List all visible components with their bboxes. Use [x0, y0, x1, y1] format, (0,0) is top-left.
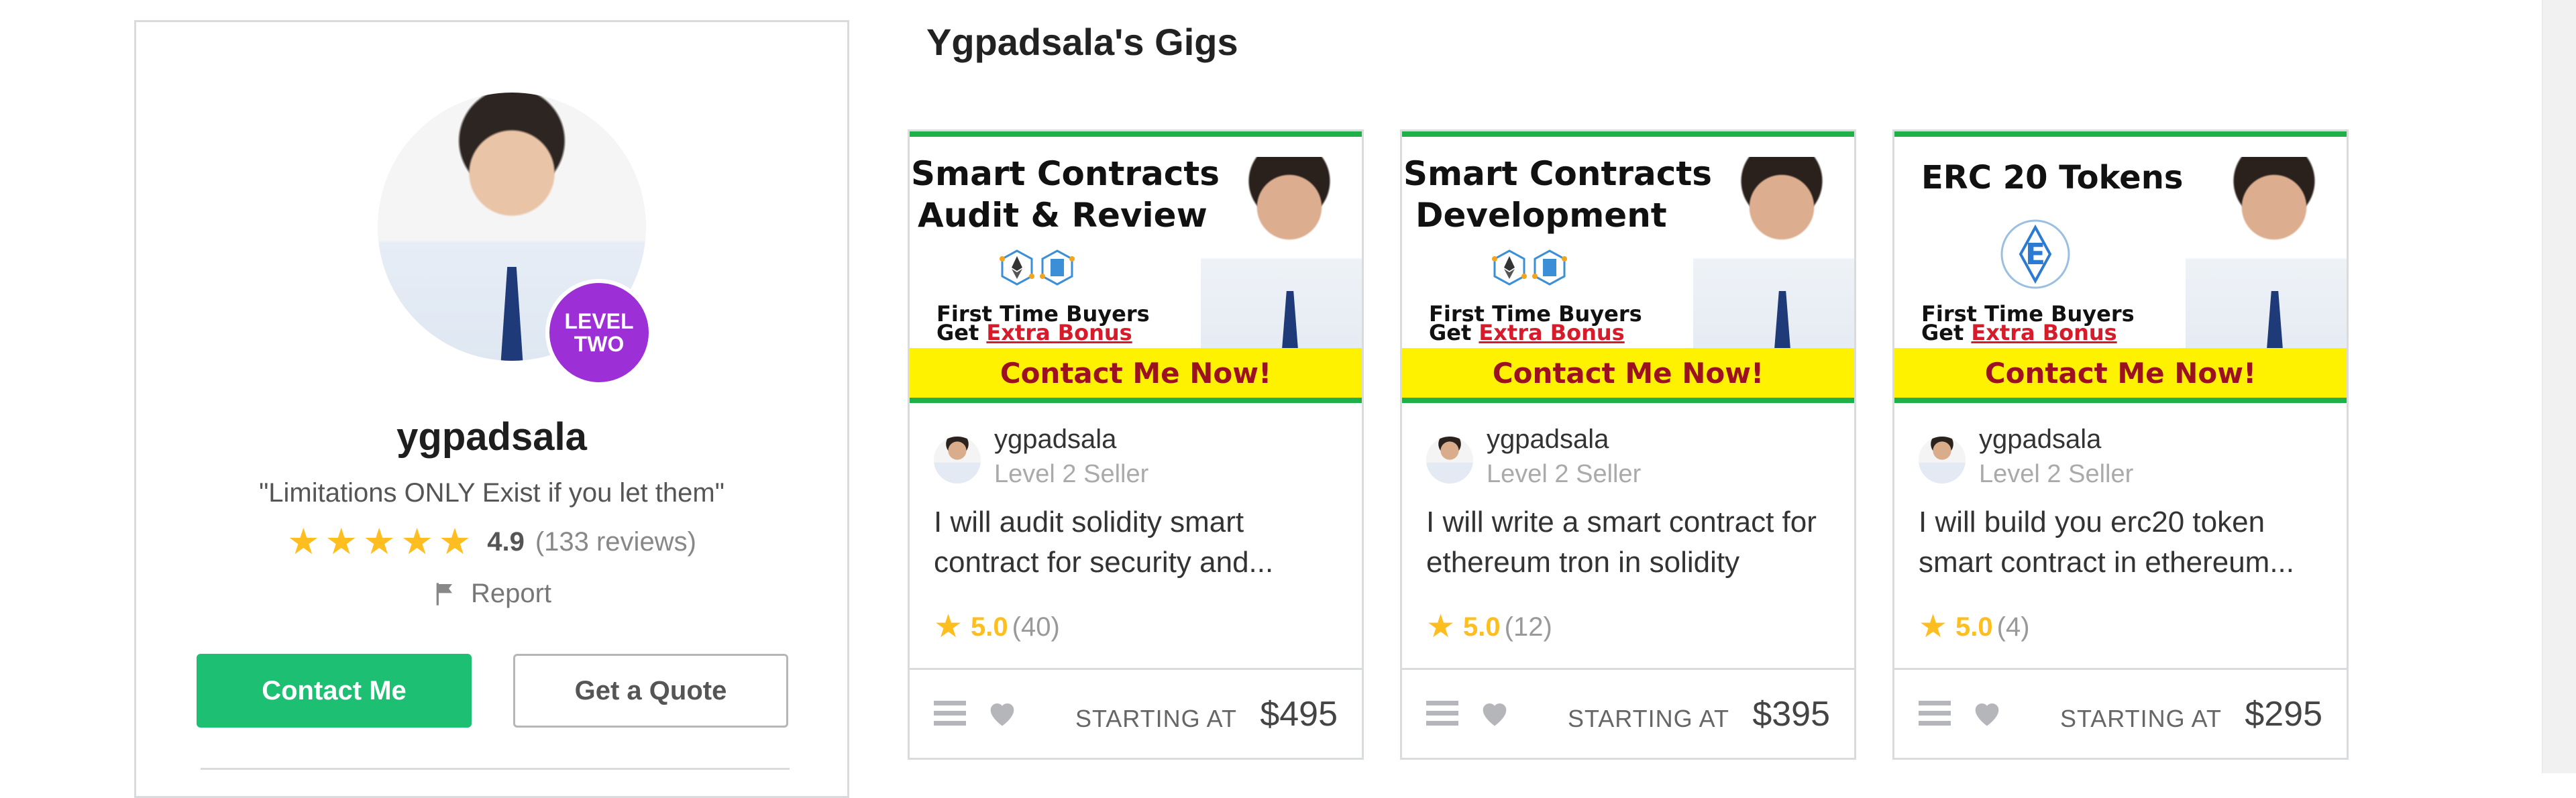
- get-quote-button[interactable]: Get a Quote: [513, 654, 788, 728]
- star-icon: ★: [362, 522, 396, 562]
- gig-seller: ygpadsala Level 2 Seller: [1426, 422, 1641, 492]
- gig-seller: ygpadsala Level 2 Seller: [1919, 422, 2133, 492]
- level-badge-line1: LEVEL: [564, 309, 634, 333]
- report-link[interactable]: Report: [136, 579, 847, 609]
- seller-photo: [2186, 157, 2347, 358]
- gig-rating: ★ 5.0 (4): [1919, 609, 2030, 645]
- thumb-promo-bonus: Extra Bonus: [1479, 320, 1625, 345]
- gig-title-link[interactable]: I will audit solidity smart contract for…: [934, 502, 1336, 583]
- gig-thumbnail[interactable]: Smart Contracts Audit & Review First Tim…: [910, 131, 1362, 403]
- thumb-banner: Contact Me Now!: [1402, 348, 1854, 403]
- seller-avatar[interactable]: [934, 437, 981, 483]
- gig-card[interactable]: ERC 20 Tokens E First Time Buyers Get Ex…: [1892, 129, 2349, 760]
- thumb-promo-bonus: Extra Bonus: [986, 320, 1132, 345]
- gig-price: $395: [1752, 695, 1830, 734]
- seller-level: Level 2 Seller: [1979, 460, 2134, 488]
- gig-card[interactable]: Smart Contracts Development First Time B…: [1400, 129, 1856, 760]
- seller-level: Level 2 Seller: [994, 460, 1149, 488]
- thumb-promo-get: Get: [936, 320, 979, 345]
- gig-card[interactable]: Smart Contracts Audit & Review First Tim…: [908, 129, 1364, 760]
- seller-avatar[interactable]: [1426, 437, 1473, 483]
- gig-title-link[interactable]: I will write a smart contract for ethere…: [1426, 502, 1829, 583]
- level-badge: LEVEL TWO: [545, 279, 653, 386]
- heart-icon[interactable]: [1477, 695, 1512, 730]
- seller-avatar[interactable]: [1919, 437, 1966, 483]
- star-icon: ★: [934, 609, 963, 644]
- gig-rating-count: (4): [1996, 612, 2030, 642]
- gig-seller: ygpadsala Level 2 Seller: [934, 422, 1148, 492]
- thumb-title: Smart Contracts Development: [1403, 153, 1712, 236]
- starting-at-label: STARTING AT: [1075, 705, 1237, 732]
- star-icon: ★: [438, 522, 472, 562]
- thumb-promo: First Time Buyers Get Extra Bonus: [936, 303, 1150, 345]
- svg-text:E: E: [2025, 237, 2045, 272]
- thumb-title-line1: ERC 20 Tokens: [1921, 159, 2184, 196]
- heart-icon[interactable]: [1970, 695, 2004, 730]
- gig-footer: STARTING AT $495: [910, 668, 1362, 760]
- thumb-title-line1: Smart Contracts: [911, 154, 1220, 193]
- thumb-banner: Contact Me Now!: [1894, 348, 2347, 403]
- star-icon: ★: [400, 522, 433, 562]
- gig-rating-count: (40): [1012, 612, 1060, 642]
- blockchain-network-icon: [1492, 249, 1567, 286]
- menu-icon[interactable]: [1919, 699, 1951, 728]
- report-label: Report: [470, 579, 552, 608]
- starting-at-label: STARTING AT: [2059, 705, 2222, 732]
- divider: [201, 768, 790, 770]
- gig-footer: STARTING AT $295: [1894, 668, 2347, 760]
- thumb-promo-get: Get: [1429, 320, 1472, 345]
- gig-rating: ★ 5.0 (12): [1426, 609, 1552, 645]
- profile-tagline: "Limitations ONLY Exist if you let them": [259, 478, 724, 508]
- seller-name[interactable]: ygpadsala: [994, 422, 1148, 457]
- heart-icon[interactable]: [985, 695, 1020, 730]
- gig-footer: STARTING AT $395: [1402, 668, 1854, 760]
- gig-price: $495: [1260, 695, 1338, 734]
- seller-name[interactable]: ygpadsala: [1487, 422, 1641, 457]
- gig-rating-score: 5.0: [1955, 612, 1993, 642]
- thumb-promo: First Time Buyers Get Extra Bonus: [1429, 303, 1642, 345]
- thumb-title-line1: Smart Contracts: [1403, 154, 1713, 193]
- star-icon: ★: [1919, 609, 1948, 644]
- thumb-title: Smart Contracts Audit & Review: [911, 153, 1220, 236]
- starting-at-label: STARTING AT: [1567, 705, 1729, 732]
- gig-price: $295: [2245, 695, 2322, 734]
- thumb-title-line2: Audit & Review: [918, 196, 1208, 235]
- thumb-banner: Contact Me Now!: [910, 348, 1362, 403]
- gig-rating: ★ 5.0 (40): [934, 609, 1060, 645]
- seller-photo: [1693, 157, 1854, 358]
- gig-rating-score: 5.0: [1463, 612, 1501, 642]
- thumb-title: ERC 20 Tokens: [1921, 157, 2183, 198]
- seller-photo: [1201, 157, 1362, 358]
- level-badge-line2: TWO: [574, 332, 625, 356]
- seller-level: Level 2 Seller: [1487, 460, 1642, 488]
- menu-icon[interactable]: [934, 699, 966, 728]
- star-icon: ★: [325, 522, 358, 562]
- gig-thumbnail[interactable]: Smart Contracts Development First Time B…: [1402, 131, 1854, 403]
- blockchain-network-icon: [1000, 249, 1075, 286]
- seller-profile-card: LEVEL TWO ygpadsala "Limitations ONLY Ex…: [134, 20, 849, 798]
- profile-rating: ★ ★ ★ ★ ★ 4.9 (133 reviews): [136, 524, 847, 560]
- flag-icon: [436, 582, 452, 606]
- erc20-token-icon: E: [2000, 219, 2070, 289]
- page-scrollbar[interactable]: [2542, 0, 2576, 773]
- gigs-section-title: Ygpadsala's Gigs: [926, 21, 1238, 63]
- profile-avatar-wrap: LEVEL TWO: [378, 93, 653, 388]
- thumb-promo-get: Get: [1921, 320, 1964, 345]
- thumb-promo: First Time Buyers Get Extra Bonus: [1921, 303, 2135, 345]
- gig-thumbnail[interactable]: ERC 20 Tokens E First Time Buyers Get Ex…: [1894, 131, 2347, 403]
- profile-username[interactable]: ygpadsala: [136, 414, 847, 459]
- gig-title-link[interactable]: I will build you erc20 token smart contr…: [1919, 502, 2321, 583]
- rating-count[interactable]: (133 reviews): [535, 527, 696, 557]
- star-icon: ★: [287, 522, 320, 562]
- thumb-title-line2: Development: [1415, 196, 1667, 235]
- menu-icon[interactable]: [1426, 699, 1458, 728]
- star-icon: ★: [1426, 609, 1456, 644]
- contact-me-button[interactable]: Contact Me: [197, 654, 472, 728]
- gig-rating-score: 5.0: [971, 612, 1008, 642]
- rating-score: 4.9: [487, 526, 525, 557]
- thumb-promo-bonus: Extra Bonus: [1971, 320, 2117, 345]
- gig-rating-count: (12): [1504, 612, 1552, 642]
- seller-name[interactable]: ygpadsala: [1979, 422, 2133, 457]
